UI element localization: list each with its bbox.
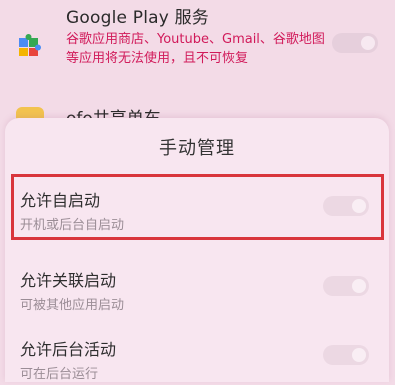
option-allow-associated-start[interactable]: 允许关联启动 可被其他应用启动 bbox=[5, 256, 389, 316]
app-warning-text: 谷歌应用商店、Youtube、Gmail、谷歌地图等应用将无法使用，且不可恢复 bbox=[66, 32, 325, 66]
manual-management-sheet: 手动管理 允许自启动 开机或后台自启动 允许关联启动 可被其他应用启动 允许后台… bbox=[5, 118, 389, 382]
highlight-annotation bbox=[11, 174, 384, 240]
option-label: 允许后台活动 bbox=[20, 340, 117, 359]
option-description: 可被其他应用启动 bbox=[20, 298, 125, 313]
sheet-title: 手动管理 bbox=[159, 138, 235, 159]
option-allow-background-activity[interactable]: 允许后台活动 可在后台运行 bbox=[5, 325, 389, 385]
option-label: 允许关联启动 bbox=[20, 271, 117, 290]
background-activity-toggle[interactable] bbox=[323, 345, 369, 365]
app-title-google-play: Google Play 服务 bbox=[66, 8, 210, 28]
puzzle-icon bbox=[19, 34, 41, 56]
associated-start-toggle[interactable] bbox=[323, 276, 369, 296]
option-description: 可在后台运行 bbox=[20, 367, 99, 382]
list-item-google-play[interactable]: Google Play 服务 谷歌应用商店、Youtube、Gmail、谷歌地图… bbox=[0, 0, 395, 110]
google-play-toggle[interactable] bbox=[332, 33, 378, 53]
